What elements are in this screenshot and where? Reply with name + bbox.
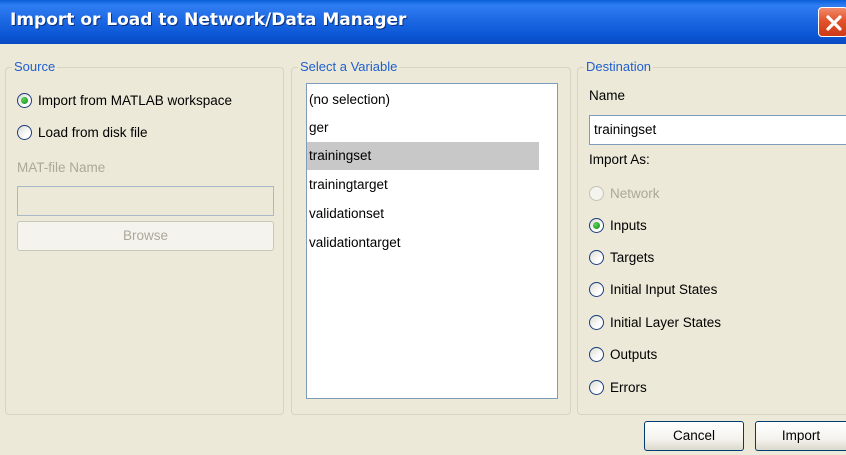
radio-label: Outputs [610, 346, 658, 362]
radio-initial-layer-states[interactable]: Initial Layer States [589, 312, 721, 332]
radio-button[interactable] [589, 314, 604, 330]
name-input[interactable]: trainingset [589, 115, 846, 145]
close-x-icon [826, 15, 842, 31]
radio-button[interactable] [589, 281, 604, 297]
list-item-selected[interactable]: trainingset [307, 142, 539, 170]
radio-label: Load from disk file [38, 124, 148, 140]
radio-label: Inputs [610, 217, 647, 233]
radio-button[interactable] [17, 124, 32, 140]
radio-load-disk[interactable]: Load from disk file [17, 122, 148, 142]
source-group: Source Import from MATLAB workspace Load… [5, 60, 284, 415]
radio-button[interactable] [589, 379, 604, 395]
radio-label: Errors [610, 379, 647, 395]
radio-button-checked[interactable] [17, 92, 32, 108]
radio-initial-input-states[interactable]: Initial Input States [589, 279, 717, 299]
import-as-label: Import As: [589, 152, 650, 167]
radio-outputs[interactable]: Outputs [589, 344, 657, 364]
import-button[interactable]: Import [755, 421, 846, 451]
radio-errors[interactable]: Errors [589, 377, 647, 397]
window-title: Import or Load to Network/Data Manager [10, 10, 407, 30]
dialog-body: Source Import from MATLAB workspace Load… [0, 44, 846, 455]
variable-listbox[interactable]: (no selection) ger trainingset trainingt… [306, 83, 558, 399]
radio-network[interactable]: Network [589, 183, 660, 203]
mat-file-input[interactable] [17, 186, 274, 216]
source-group-title: Source [12, 59, 58, 74]
radio-label: Targets [610, 249, 655, 265]
radio-label: Initial Input States [610, 281, 718, 297]
list-item[interactable]: ger [307, 114, 329, 142]
radio-button-checked[interactable] [589, 217, 604, 233]
browse-button[interactable]: Browse [17, 221, 274, 251]
variable-group-title: Select a Variable [298, 59, 400, 74]
radio-label: Initial Layer States [610, 314, 722, 330]
radio-targets[interactable]: Targets [589, 247, 654, 267]
list-item[interactable]: (no selection) [307, 86, 390, 114]
radio-inputs[interactable]: Inputs [589, 215, 647, 235]
name-label: Name [589, 88, 626, 103]
radio-import-workspace[interactable]: Import from MATLAB workspace [17, 90, 232, 110]
destination-group: Destination Name trainingset Import As: … [577, 60, 846, 415]
list-item[interactable]: validationset [307, 200, 384, 228]
radio-button[interactable] [589, 346, 604, 362]
list-item[interactable]: validationtarget [307, 229, 401, 257]
radio-label: Network [610, 185, 660, 201]
title-bar[interactable]: Import or Load to Network/Data Manager [0, 0, 846, 44]
mat-file-label: MAT-file Name [17, 160, 106, 175]
radio-label: Import from MATLAB workspace [38, 92, 233, 108]
cancel-button[interactable]: Cancel [644, 421, 744, 451]
close-button[interactable] [818, 7, 846, 37]
destination-group-title: Destination [584, 59, 654, 74]
radio-button[interactable] [589, 249, 604, 265]
radio-button-disabled[interactable] [589, 185, 604, 201]
list-item[interactable]: trainingtarget [307, 171, 388, 199]
